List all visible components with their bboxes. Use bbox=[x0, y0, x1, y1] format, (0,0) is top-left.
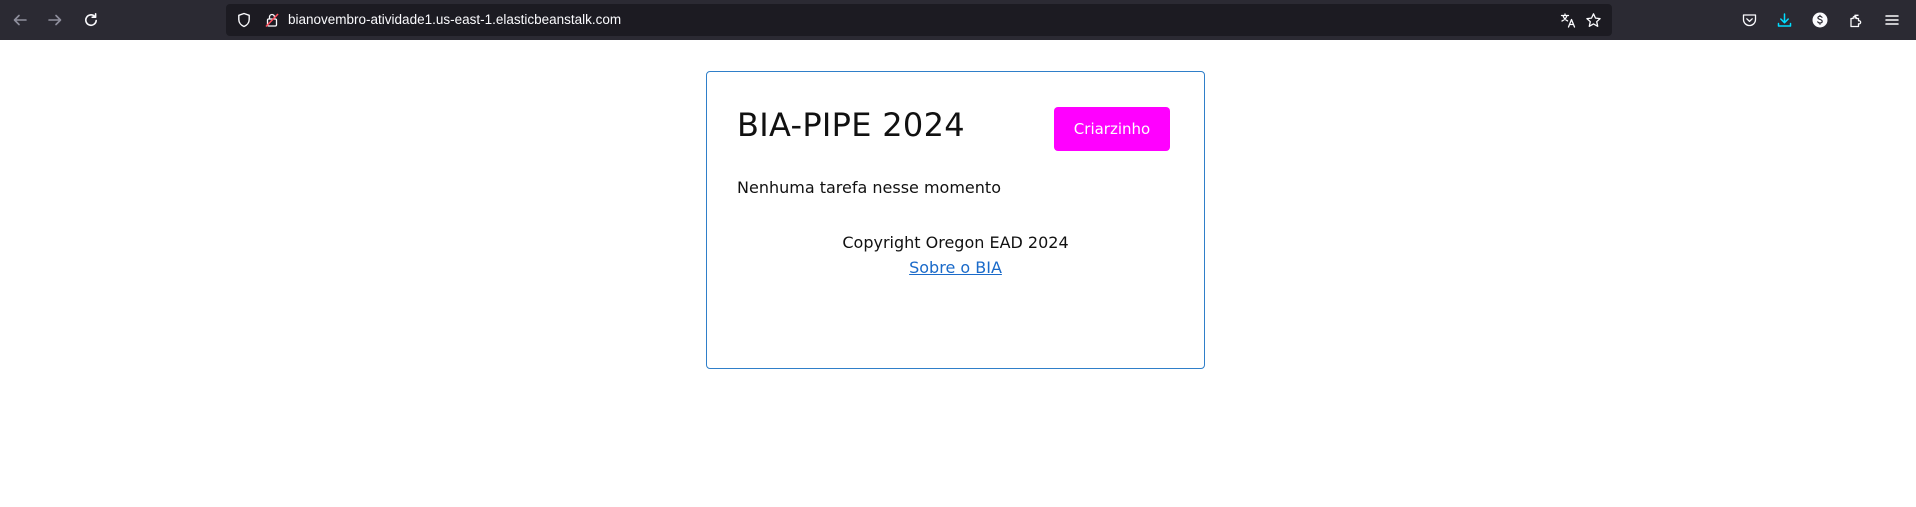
shield-icon[interactable] bbox=[236, 12, 252, 28]
lock-icon[interactable] bbox=[264, 12, 280, 28]
menu-button[interactable] bbox=[1882, 10, 1902, 30]
star-icon[interactable] bbox=[1585, 12, 1602, 29]
translate-icon[interactable] bbox=[1560, 12, 1577, 29]
reload-button[interactable] bbox=[78, 7, 104, 33]
reload-icon bbox=[85, 13, 97, 27]
pocket-button[interactable] bbox=[1739, 10, 1759, 30]
download-icon bbox=[1777, 12, 1791, 27]
task-card: BIA-PIPE 2024 Criarzinho Nenhuma tarefa … bbox=[706, 71, 1205, 369]
url-bar[interactable]: bianovembro-atividade1.us-east-1.elastic… bbox=[226, 4, 1612, 36]
footer-copyright: Copyright Oregon EAD 2024 bbox=[842, 233, 1069, 252]
extensions-icon bbox=[1849, 14, 1861, 27]
footer-about: Sobre o BIA bbox=[707, 258, 1204, 277]
account-icon bbox=[1812, 12, 1828, 28]
browser-toolbar: bianovembro-atividade1.us-east-1.elastic… bbox=[0, 0, 1916, 40]
downloads-button[interactable] bbox=[1774, 10, 1794, 30]
arrow-right-icon bbox=[48, 14, 62, 26]
arrow-left-icon bbox=[13, 14, 27, 26]
about-link[interactable]: Sobre o BIA bbox=[909, 258, 1002, 277]
page-title: BIA-PIPE 2024 bbox=[737, 106, 965, 144]
pocket-icon bbox=[1742, 13, 1756, 26]
empty-task-message: Nenhuma tarefa nesse momento bbox=[737, 178, 1001, 197]
back-button[interactable] bbox=[7, 7, 33, 33]
create-task-button[interactable]: Criarzinho bbox=[1054, 107, 1170, 151]
url-text[interactable]: bianovembro-atividade1.us-east-1.elastic… bbox=[288, 11, 621, 29]
extensions-button[interactable] bbox=[1846, 10, 1866, 30]
hamburger-menu-icon bbox=[1885, 15, 1899, 25]
account-button[interactable] bbox=[1810, 10, 1830, 30]
forward-button[interactable] bbox=[42, 7, 68, 33]
